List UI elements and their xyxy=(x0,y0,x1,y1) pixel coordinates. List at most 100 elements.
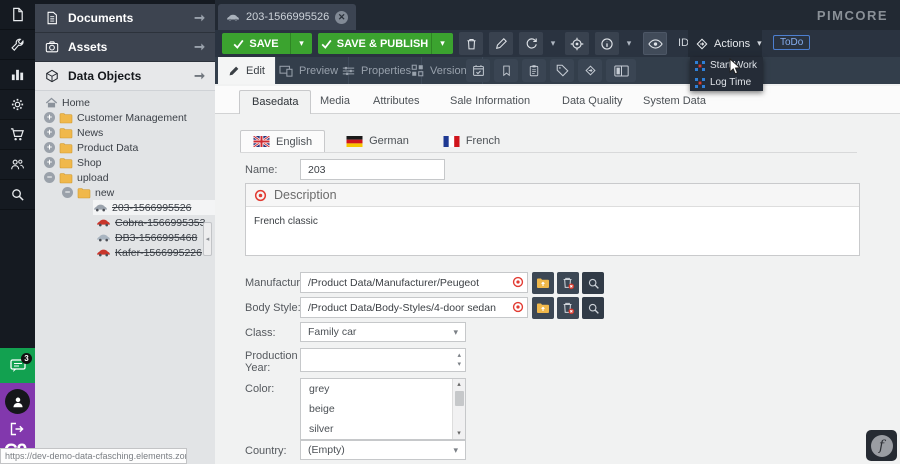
color-option-beige[interactable]: beige xyxy=(301,399,465,419)
actions-dropdown-button[interactable]: Actions ▾ xyxy=(688,30,762,57)
tab-data-quality[interactable]: Data Quality xyxy=(550,90,635,114)
color-option-silver[interactable]: silver xyxy=(301,419,465,439)
tree-item-db3[interactable]: DB3-1566995468 xyxy=(35,230,215,245)
avatar[interactable] xyxy=(5,389,30,414)
browser-extension-widget[interactable]: f xyxy=(866,430,897,461)
manufacturer-search-button[interactable] xyxy=(582,272,604,294)
workflow-button[interactable] xyxy=(578,59,602,82)
bookmark-button[interactable] xyxy=(494,59,518,82)
spinner-up-icon[interactable]: ▴ xyxy=(457,351,461,360)
accordion-assets[interactable]: Assets ➞ xyxy=(35,33,215,62)
scrollbar-thumb[interactable] xyxy=(455,391,464,406)
logout-button[interactable] xyxy=(9,421,25,437)
scroll-down-icon[interactable]: ▾ xyxy=(453,428,465,439)
collapse-icon[interactable]: − xyxy=(62,187,73,198)
manufacturer-open-folder-button[interactable] xyxy=(532,272,554,294)
expand-icon[interactable]: + xyxy=(44,127,55,138)
notes-button[interactable] xyxy=(522,59,546,82)
tree-item-home[interactable]: Home xyxy=(35,95,215,110)
save-button[interactable]: SAVE xyxy=(222,33,290,54)
folder-icon xyxy=(59,172,73,184)
notification-count-badge: 3 xyxy=(21,353,32,364)
expand-icon[interactable]: + xyxy=(44,157,55,168)
folder-icon xyxy=(59,112,73,124)
description-panel-header[interactable]: Description xyxy=(246,184,859,207)
body-style-search-button[interactable] xyxy=(582,297,604,319)
info-dropdown-button[interactable]: ▾ xyxy=(621,32,637,55)
name-input[interactable] xyxy=(300,159,445,180)
save-publish-dropdown-button[interactable]: ▾ xyxy=(431,33,453,54)
country-select[interactable]: (Empty) ▾ xyxy=(300,440,466,460)
object-tab[interactable]: 203-1566995526 ✕ xyxy=(218,4,356,30)
spinner-down-icon[interactable]: ▾ xyxy=(457,360,461,369)
documents-rail-button[interactable] xyxy=(0,0,35,30)
save-publish-button[interactable]: SAVE & PUBLISH xyxy=(318,33,431,54)
scroll-up-icon[interactable]: ▴ xyxy=(453,379,465,390)
tree-item-upload[interactable]: − upload xyxy=(35,170,215,185)
todo-badge[interactable]: ToDo xyxy=(773,35,810,50)
reload-dropdown-button[interactable]: ▾ xyxy=(545,32,561,55)
workflow-state-icon xyxy=(695,78,705,88)
folder-icon xyxy=(59,142,73,154)
reports-rail-button[interactable] xyxy=(0,60,35,90)
tree-item-news[interactable]: + News xyxy=(35,125,215,140)
translate-compare-button[interactable] xyxy=(606,59,636,82)
menu-item-log-time[interactable]: Log Time xyxy=(690,74,763,91)
tab-language-english[interactable]: English xyxy=(240,130,325,152)
save-dropdown-button[interactable]: ▾ xyxy=(290,33,312,54)
tab-sale-information[interactable]: Sale Information xyxy=(438,90,542,114)
manufacturer-clear-button[interactable] xyxy=(557,272,579,294)
panel-collapse-handle[interactable]: ◂ xyxy=(203,222,212,256)
tree-item-new[interactable]: − new xyxy=(35,185,215,200)
chevron-down-icon: ▾ xyxy=(440,38,445,49)
color-option-grey[interactable]: grey xyxy=(301,379,465,399)
body-style-open-folder-button[interactable] xyxy=(532,297,554,319)
tree-item-customer-management[interactable]: + Customer Management xyxy=(35,110,215,125)
tag-button[interactable] xyxy=(550,59,574,82)
tools-rail-button[interactable] xyxy=(0,30,35,60)
settings-rail-button[interactable] xyxy=(0,90,35,120)
reload-button[interactable] xyxy=(519,32,543,55)
tab-language-french[interactable]: French xyxy=(430,130,513,152)
tab-language-german[interactable]: German xyxy=(333,130,422,152)
tab-basedata[interactable]: Basedata xyxy=(239,90,311,114)
sliders-icon xyxy=(342,65,355,77)
menu-item-start-work[interactable]: Start Work xyxy=(690,57,763,74)
menu-item-label: Log Time xyxy=(710,77,751,88)
accordion-documents[interactable]: Documents ➞ xyxy=(35,4,215,33)
expand-icon[interactable]: + xyxy=(44,112,55,123)
tree-item-kafer[interactable]: Kafer-1566995226 xyxy=(35,245,215,260)
info-button[interactable] xyxy=(595,32,619,55)
collapse-icon[interactable]: − xyxy=(44,172,55,183)
customers-rail-button[interactable] xyxy=(0,150,35,180)
tab-attributes[interactable]: Attributes xyxy=(361,90,431,114)
locate-in-tree-button[interactable] xyxy=(565,32,589,55)
body-style-clear-button[interactable] xyxy=(557,297,579,319)
description-value[interactable]: French classic xyxy=(246,207,859,236)
notifications-button[interactable]: 3 xyxy=(0,348,35,383)
tab-media[interactable]: Media xyxy=(308,90,362,114)
tree-item-203[interactable]: 203-1566995526 xyxy=(35,200,215,215)
delete-button[interactable] xyxy=(459,32,483,55)
refresh-icon xyxy=(525,37,538,50)
schedule-button[interactable] xyxy=(466,59,490,82)
tree-item-cobra[interactable]: Cobra-1566995353 xyxy=(35,215,215,230)
accordion-data-objects[interactable]: Data Objects ➞ xyxy=(35,62,215,91)
search-rail-button[interactable] xyxy=(0,180,35,210)
body-style-input[interactable] xyxy=(300,297,528,318)
listbox-scrollbar[interactable]: ▴ ▾ xyxy=(452,379,465,439)
expand-icon[interactable]: + xyxy=(44,142,55,153)
manufacturer-input[interactable] xyxy=(300,272,528,293)
close-icon[interactable]: ✕ xyxy=(335,11,348,24)
preview-visibility-button[interactable] xyxy=(643,32,667,55)
tab-edit[interactable]: Edit xyxy=(218,57,276,84)
country-field-label: Country: xyxy=(245,445,299,457)
tree-item-shop[interactable]: + Shop xyxy=(35,155,215,170)
production-year-spinner[interactable]: ▴▾ xyxy=(300,348,466,372)
rename-button[interactable] xyxy=(489,32,513,55)
tree-item-product-data[interactable]: + Product Data xyxy=(35,140,215,155)
color-listbox[interactable]: grey beige silver ▴ ▾ xyxy=(300,378,466,440)
class-select[interactable]: Family car ▾ xyxy=(300,322,466,342)
tab-system-data[interactable]: System Data xyxy=(631,90,718,114)
ecommerce-rail-button[interactable] xyxy=(0,120,35,150)
